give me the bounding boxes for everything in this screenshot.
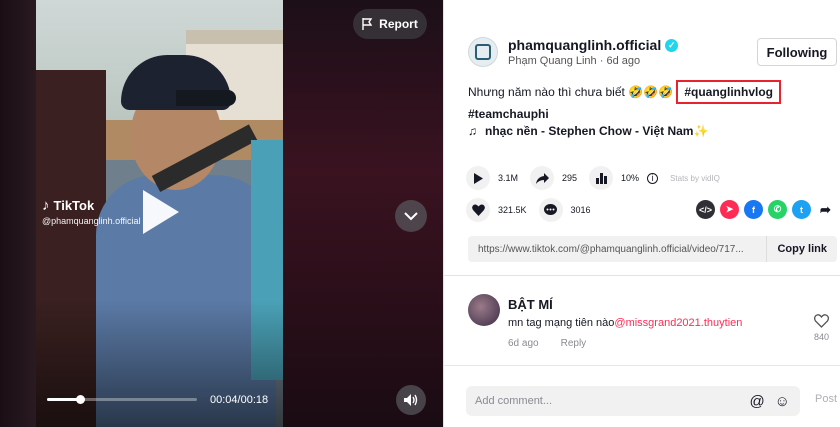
watermark-brand: TikTok bbox=[53, 198, 95, 213]
hashtag-teamchauphi[interactable]: #teamchauphi bbox=[468, 107, 549, 121]
author-subline: Phạm Quang Linh · 6d ago bbox=[508, 55, 641, 67]
shares-count: 295 bbox=[562, 173, 578, 183]
whatsapp-icon[interactable]: ✆ bbox=[768, 200, 787, 219]
stats-by-vidiq[interactable]: Stats by vidIQ bbox=[670, 174, 720, 183]
progress-knob[interactable] bbox=[76, 395, 85, 404]
video-backdrop-left bbox=[0, 0, 36, 427]
engagement-stat: 10% i bbox=[589, 166, 659, 190]
post-time: 6d ago bbox=[606, 55, 641, 67]
divider bbox=[444, 275, 840, 276]
share-icons: </> ➤ f ✆ t ➦ bbox=[696, 200, 835, 219]
share-url: https://www.tiktok.com/@phamquanglinh.of… bbox=[478, 243, 744, 255]
heart-outline-icon[interactable] bbox=[814, 314, 830, 328]
flag-icon bbox=[362, 18, 373, 30]
hashtag-quanglinhvlog[interactable]: #quanglinhvlog bbox=[676, 80, 781, 104]
tiktok-watermark: ♪ TikTok @phamquanglinh.official bbox=[42, 197, 141, 226]
bar-chart-icon bbox=[589, 166, 614, 190]
tiktok-logo-icon: ♪ bbox=[42, 197, 50, 214]
twitter-icon[interactable]: t bbox=[792, 200, 811, 219]
comment-avatar[interactable] bbox=[468, 294, 500, 326]
following-button[interactable]: Following bbox=[757, 38, 837, 66]
heart-icon[interactable] bbox=[466, 198, 490, 222]
engagement-rate: 10% bbox=[621, 173, 640, 183]
comment-icon[interactable] bbox=[538, 198, 563, 222]
facebook-icon[interactable]: f bbox=[744, 200, 763, 219]
reply-button[interactable]: Reply bbox=[561, 338, 587, 349]
author-avatar[interactable] bbox=[468, 37, 498, 67]
comment-placeholder[interactable]: Add comment... bbox=[475, 395, 552, 407]
plays-stat: 3.1M bbox=[466, 166, 518, 190]
chevron-down-icon bbox=[404, 211, 418, 220]
send-icon[interactable]: ➤ bbox=[720, 200, 739, 219]
share-more-icon[interactable]: ➦ bbox=[816, 200, 835, 219]
author-display-name: Phạm Quang Linh bbox=[508, 55, 597, 67]
copy-link-button[interactable]: Copy link bbox=[766, 236, 837, 262]
comment-input[interactable]: Add comment... @ ☺ bbox=[466, 386, 800, 416]
time-display: 00:04/00:18 bbox=[210, 394, 269, 406]
music-link[interactable]: ♫ nhạc nền - Stephen Chow - Việt Nam✨ bbox=[468, 124, 708, 138]
music-note-icon: ♫ bbox=[468, 124, 477, 138]
detail-panel: phamquanglinh.official ✓ Phạm Quang Linh… bbox=[443, 0, 840, 427]
play-count-icon bbox=[466, 166, 490, 190]
comment-like[interactable]: 840 bbox=[814, 314, 829, 342]
embed-icon[interactable]: </> bbox=[696, 200, 715, 219]
share-count-icon bbox=[530, 166, 555, 190]
comment-text: mn tag mạng tiên nào@missgrand2021.thuyt… bbox=[508, 317, 743, 329]
stats-row: 3.1M 295 10% i Stats by vidIQ bbox=[466, 166, 720, 190]
comment-time: 6d ago bbox=[508, 338, 539, 349]
comment-composer: Add comment... @ ☺ Post bbox=[444, 365, 840, 427]
comment-like-count: 840 bbox=[814, 332, 830, 342]
shares-stat: 295 bbox=[530, 166, 577, 190]
share-link-box: https://www.tiktok.com/@phamquanglinh.of… bbox=[468, 236, 837, 262]
verified-icon: ✓ bbox=[665, 38, 679, 52]
play-icon[interactable] bbox=[143, 190, 179, 234]
tiktok-video-page: ♪ TikTok @phamquanglinh.official Report … bbox=[0, 0, 840, 427]
volume-icon bbox=[404, 394, 418, 406]
next-video-button[interactable] bbox=[395, 200, 427, 232]
mention-icon[interactable]: @ bbox=[749, 393, 764, 410]
comment-action[interactable]: 3016 bbox=[538, 198, 591, 222]
video-progress-bar[interactable] bbox=[47, 395, 197, 404]
likes-count: 321.5K bbox=[498, 205, 527, 215]
music-label[interactable]: nhạc nền - Stephen Chow - Việt Nam✨ bbox=[485, 124, 708, 138]
comment-meta: 6d ago Reply bbox=[508, 338, 586, 349]
video-player[interactable]: ♪ TikTok @phamquanglinh.official Report … bbox=[0, 0, 443, 427]
like-action[interactable]: 321.5K bbox=[466, 198, 527, 222]
plays-count: 3.1M bbox=[498, 173, 519, 183]
brand-logo-icon bbox=[475, 44, 491, 60]
caption-text: Nhưng năm nào thì chưa biết 🤣🤣🤣 bbox=[468, 85, 673, 99]
report-label: Report bbox=[379, 17, 418, 31]
comments-count: 3016 bbox=[570, 205, 591, 215]
actions-row: 321.5K 3016 bbox=[466, 198, 603, 222]
comment-author[interactable]: BẬT MÍ bbox=[508, 297, 553, 312]
watermark-handle: @phamquanglinh.official bbox=[42, 216, 141, 226]
volume-button[interactable] bbox=[396, 385, 426, 415]
author-username[interactable]: phamquanglinh.official ✓ bbox=[508, 37, 679, 53]
emoji-icon[interactable]: ☺ bbox=[775, 393, 790, 410]
video-caption: Nhưng năm nào thì chưa biết 🤣🤣🤣 #quangli… bbox=[468, 80, 828, 124]
post-button[interactable]: Post bbox=[815, 393, 837, 405]
report-button[interactable]: Report bbox=[353, 9, 427, 39]
comment-mention[interactable]: @missgrand2021.thuytien bbox=[614, 317, 742, 329]
info-icon[interactable]: i bbox=[647, 172, 659, 184]
